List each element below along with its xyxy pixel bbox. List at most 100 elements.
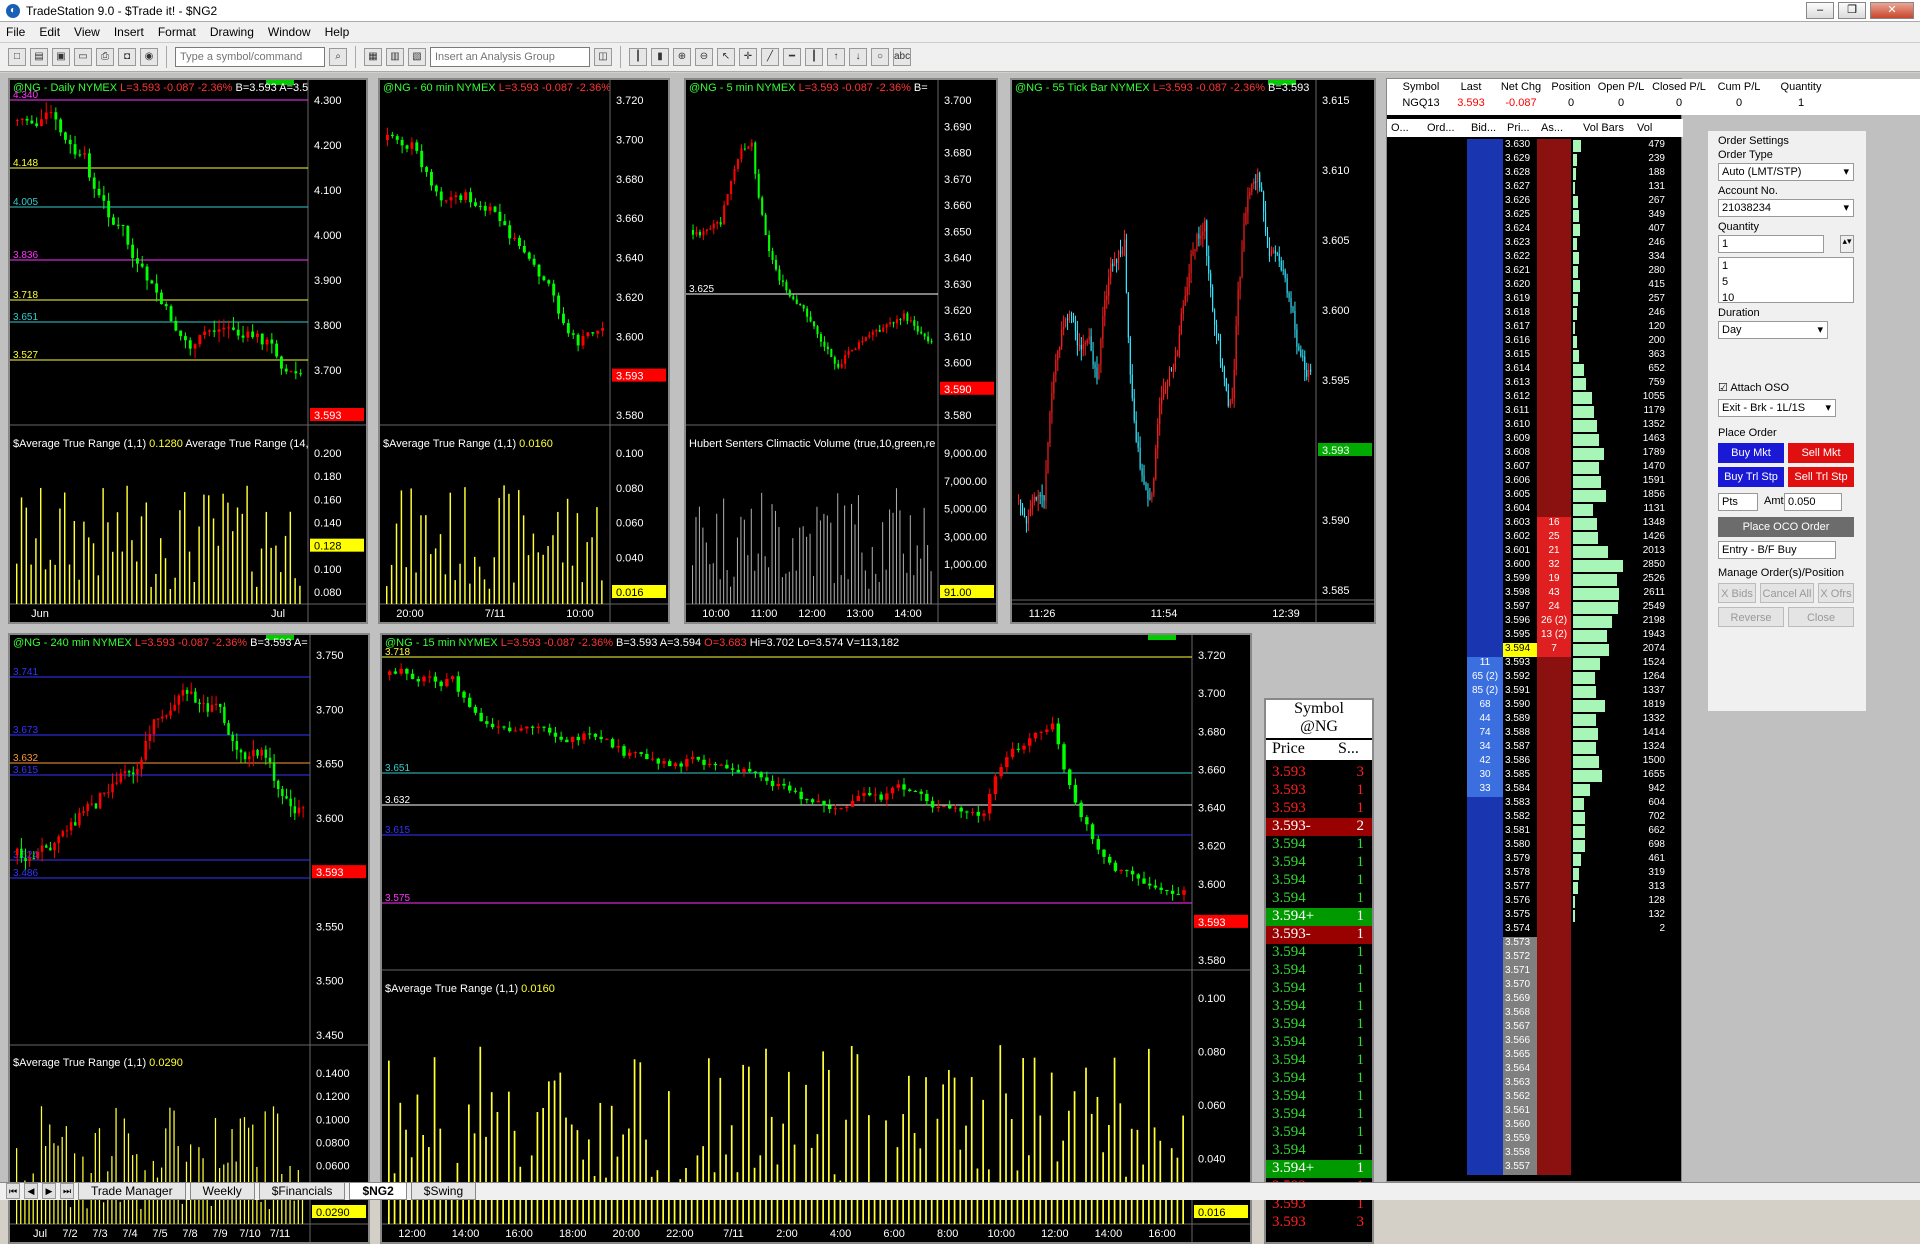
matrix-bid-cell[interactable]	[1467, 475, 1503, 489]
menu-drawing[interactable]: Drawing	[210, 25, 254, 39]
matrix-row[interactable]: 3.627 131	[1387, 181, 1683, 195]
matrix-ask-cell[interactable]	[1537, 825, 1571, 839]
matrix-ask-cell[interactable]: 7	[1537, 643, 1571, 657]
matrix-row[interactable]: 3.578 319	[1387, 867, 1683, 881]
matrix-ask-cell[interactable]	[1537, 1077, 1571, 1091]
quantity-preset[interactable]: 1	[1722, 258, 1853, 274]
matrix-ask-cell[interactable]	[1537, 363, 1571, 377]
matrix-row[interactable]: 3.565	[1387, 1049, 1683, 1063]
quantity-stepper[interactable]: ▴▾	[1840, 235, 1854, 253]
matrix-bid-cell[interactable]	[1467, 643, 1503, 657]
matrix-row[interactable]: 3.602 25 1426	[1387, 531, 1683, 545]
matrix-row[interactable]: 3.601 21 2013	[1387, 545, 1683, 559]
matrix-row[interactable]: 3.570	[1387, 979, 1683, 993]
matrix-price-cell[interactable]: 3.570	[1503, 979, 1537, 993]
matrix-price-cell[interactable]: 3.625	[1503, 209, 1537, 223]
matrix-row[interactable]: 3.597 24 2549	[1387, 601, 1683, 615]
matrix-ask-cell[interactable]	[1537, 419, 1571, 433]
matrix-price-cell[interactable]: 3.581	[1503, 825, 1537, 839]
matrix-row[interactable]: 3.609 1463	[1387, 433, 1683, 447]
matrix-bid-cell[interactable]	[1467, 419, 1503, 433]
matrix-bid-cell[interactable]	[1467, 1133, 1503, 1147]
matrix-bid-cell[interactable]	[1467, 251, 1503, 265]
matrix-bid-cell[interactable]	[1467, 1035, 1503, 1049]
matrix-price-cell[interactable]: 3.617	[1503, 321, 1537, 335]
ts-col-price[interactable]: Price	[1266, 740, 1332, 760]
matrix-bid-cell[interactable]	[1467, 489, 1503, 503]
matrix-bid-cell[interactable]	[1467, 1077, 1503, 1091]
matrix-price-cell[interactable]: 3.566	[1503, 1035, 1537, 1049]
matrix-bid-cell[interactable]	[1467, 993, 1503, 1007]
matrix-ask-cell[interactable]	[1537, 1063, 1571, 1077]
candle-chart-icon[interactable]: ▮	[651, 48, 669, 66]
matrix-bid-cell[interactable]	[1467, 363, 1503, 377]
menu-view[interactable]: View	[74, 25, 100, 39]
matrix-bid-cell[interactable]	[1467, 139, 1503, 153]
pts-select[interactable]: Pts	[1718, 493, 1758, 511]
matrix-price-cell[interactable]: 3.594	[1503, 643, 1537, 657]
matrix-price-cell[interactable]: 3.585	[1503, 769, 1537, 783]
matrix-bid-cell[interactable]	[1467, 335, 1503, 349]
matrix-row[interactable]: 3.562	[1387, 1091, 1683, 1105]
matrix-row[interactable]: 3.604 1131	[1387, 503, 1683, 517]
matrix-price-cell[interactable]: 3.610	[1503, 419, 1537, 433]
tab-ng2[interactable]: $NG2	[349, 1183, 407, 1200]
matrix-row[interactable]: 3.625 349	[1387, 209, 1683, 223]
matrix-row[interactable]: 42 3.586 1500	[1387, 755, 1683, 769]
attach-oso-checkbox[interactable]: ☑ Attach OSO	[1718, 381, 1789, 394]
matrix-price-cell[interactable]: 3.628	[1503, 167, 1537, 181]
matrix-bid-cell[interactable]	[1467, 601, 1503, 615]
matrix-row[interactable]: 68 3.590 1819	[1387, 699, 1683, 713]
matrix-ask-cell[interactable]	[1537, 335, 1571, 349]
matrix-icon[interactable]: ▧	[408, 48, 426, 66]
matrix-summary-header[interactable]: Symbol	[1393, 81, 1449, 93]
matrix-bid-cell[interactable]	[1467, 265, 1503, 279]
chart-60min[interactable]: @NG - 60 min NYMEX L=3.593 -0.087 -2.36%…	[378, 78, 670, 624]
matrix-price-cell[interactable]: 3.619	[1503, 293, 1537, 307]
matrix-bid-cell[interactable]	[1467, 587, 1503, 601]
quantity-presets-list[interactable]: 1 5 10	[1718, 257, 1854, 304]
prev-tab-icon[interactable]: ◀	[24, 1183, 38, 1199]
matrix-ask-cell[interactable]: 13 (2)	[1537, 629, 1571, 643]
matrix-row[interactable]: 3.568	[1387, 1007, 1683, 1021]
matrix-bid-cell[interactable]	[1467, 531, 1503, 545]
matrix-bid-cell[interactable]	[1467, 447, 1503, 461]
matrix-price-cell[interactable]: 3.575	[1503, 909, 1537, 923]
matrix-ask-cell[interactable]: 24	[1537, 601, 1571, 615]
matrix-bid-cell[interactable]: 65 (2)	[1467, 671, 1503, 685]
matrix-col-header[interactable]: Pri...	[1507, 122, 1530, 134]
matrix-bid-cell[interactable]	[1467, 923, 1503, 937]
cancel-all-button[interactable]: Cancel All	[1760, 583, 1814, 603]
matrix-col-header[interactable]: O...	[1391, 122, 1409, 134]
matrix-price-cell[interactable]: 3.572	[1503, 951, 1537, 965]
matrix-row[interactable]: 3.606 1591	[1387, 475, 1683, 489]
matrix-ask-cell[interactable]	[1537, 1091, 1571, 1105]
matrix-summary-header[interactable]: Position	[1543, 81, 1599, 93]
matrix-summary-header[interactable]: Last	[1443, 81, 1499, 93]
matrix-ask-cell[interactable]	[1537, 671, 1571, 685]
matrix-price-cell[interactable]: 3.579	[1503, 853, 1537, 867]
matrix-row[interactable]: 3.581 662	[1387, 825, 1683, 839]
matrix-price-cell[interactable]: 3.618	[1503, 307, 1537, 321]
matrix-bid-cell[interactable]	[1467, 1049, 1503, 1063]
matrix-ask-cell[interactable]	[1537, 867, 1571, 881]
matrix-ask-cell[interactable]	[1537, 181, 1571, 195]
menu-format[interactable]: Format	[158, 25, 196, 39]
analysis-icon[interactable]: ◫	[594, 48, 612, 66]
matrix-row[interactable]: 3.615 363	[1387, 349, 1683, 363]
matrix-ask-cell[interactable]	[1537, 1161, 1571, 1175]
matrix-row[interactable]: 3.630 479	[1387, 139, 1683, 153]
matrix-row[interactable]: 85 (2) 3.591 1337	[1387, 685, 1683, 699]
matrix-bid-cell[interactable]: 11	[1467, 657, 1503, 671]
matrix-bid-cell[interactable]	[1467, 349, 1503, 363]
matrix-price-cell[interactable]: 3.577	[1503, 881, 1537, 895]
matrix-col-header[interactable]: As...	[1541, 122, 1563, 134]
matrix-ask-cell[interactable]	[1537, 909, 1571, 923]
matrix-row[interactable]: 3.624 407	[1387, 223, 1683, 237]
matrix-bid-cell[interactable]	[1467, 895, 1503, 909]
arrow-down-icon[interactable]: ↓	[849, 48, 867, 66]
matrix-bid-cell[interactable]: 42	[1467, 755, 1503, 769]
matrix-row[interactable]: 3.583 604	[1387, 797, 1683, 811]
matrix-price-cell[interactable]: 3.595	[1503, 629, 1537, 643]
matrix-row[interactable]: 3.594 7 2074	[1387, 643, 1683, 657]
